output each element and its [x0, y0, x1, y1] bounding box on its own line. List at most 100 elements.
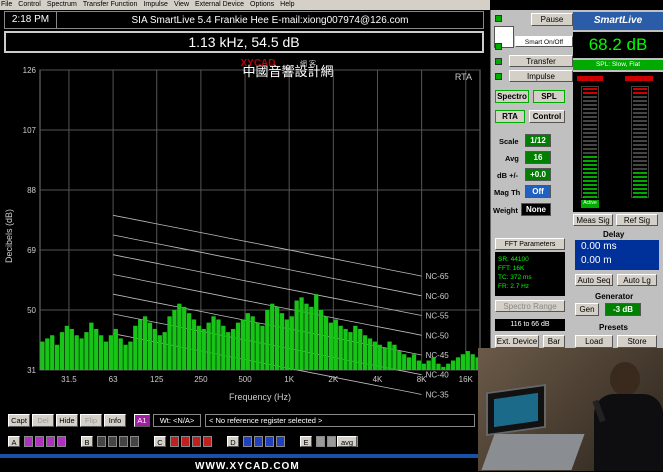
meter-segment — [583, 124, 597, 126]
meter-segment — [633, 168, 647, 170]
rta-chart[interactable]: NC-65 NC-60 NC-55 NC-50 NC-45 NC-40 NC-35 126 1… — [0, 56, 490, 406]
nc-label: NC-65 — [426, 272, 450, 281]
info-button[interactable]: Info — [104, 414, 126, 427]
register-c[interactable]: C — [154, 436, 166, 447]
pause-button[interactable]: Pause — [531, 13, 573, 26]
menu-item-0[interactable]: File — [1, 0, 12, 10]
meter-segment — [583, 156, 597, 158]
register-slot[interactable] — [46, 436, 55, 447]
spectrum-bar — [421, 363, 426, 370]
menu-item-3[interactable]: Transfer Function — [83, 0, 138, 10]
spectrum-bar — [182, 306, 187, 370]
magth-value[interactable]: Off — [525, 185, 551, 198]
register-slot[interactable] — [243, 436, 252, 447]
menu-item-8[interactable]: Help — [280, 0, 294, 10]
register-e[interactable]: E — [300, 436, 312, 447]
meter-segment — [633, 132, 647, 134]
capt-button[interactable]: Capt — [8, 414, 30, 427]
ref-sig-button[interactable]: Ref Sig — [616, 214, 658, 226]
register-b[interactable]: B — [81, 436, 93, 447]
spectrum-bar — [372, 341, 378, 370]
auto-seq-button[interactable]: Auto Seq — [575, 274, 613, 286]
menu-item-1[interactable]: Control — [18, 0, 41, 10]
x-tick-label: 125 — [150, 375, 164, 384]
meter-segment — [583, 188, 597, 190]
x-tick-label: 500 — [238, 375, 252, 384]
spectrum-bar — [446, 363, 451, 370]
register-slot[interactable] — [254, 436, 263, 447]
spl-button[interactable]: SPL — [533, 90, 565, 103]
x-tick-label: 2K — [328, 375, 338, 384]
spectrum-bar — [118, 338, 123, 370]
register-slot[interactable] — [327, 436, 336, 447]
meter-segment — [633, 164, 647, 166]
spectro-button[interactable]: Spectro — [495, 90, 529, 103]
spectro-range-button[interactable]: Spectro Range — [495, 300, 565, 312]
load-button[interactable]: Load — [575, 335, 613, 348]
register-d[interactable]: D — [227, 436, 239, 447]
impulse-button[interactable]: Impulse — [509, 70, 573, 82]
register-slot[interactable] — [316, 436, 325, 447]
register-slot[interactable] — [170, 436, 179, 447]
register-slot[interactable] — [276, 436, 285, 447]
register-slot[interactable] — [181, 436, 190, 447]
fft-fr: FR: 2.7 Hz — [498, 283, 530, 290]
menu-item-6[interactable]: External Device — [195, 0, 244, 10]
menu-item-2[interactable]: Spectrum — [47, 0, 77, 10]
spectrum-bar — [431, 357, 436, 370]
store-button[interactable]: Store — [617, 335, 657, 348]
register-slot[interactable] — [57, 436, 66, 447]
db-label: dB +/- — [497, 171, 519, 180]
register-slot[interactable] — [265, 436, 274, 447]
flip-button[interactable]: Flip — [80, 414, 102, 427]
transfer-button[interactable]: Transfer — [509, 55, 573, 67]
spectrum-bar — [470, 354, 475, 370]
rta-button[interactable]: RTA — [495, 110, 525, 123]
register-slot[interactable] — [192, 436, 201, 447]
spectrum-bar — [265, 310, 270, 370]
register-slot[interactable] — [35, 436, 44, 447]
meter-segment — [583, 132, 597, 134]
del-button[interactable]: Del — [32, 414, 54, 427]
spectrum-bar — [69, 328, 74, 370]
presenter-head — [610, 362, 640, 396]
meter-segment — [633, 192, 647, 194]
bar-button[interactable]: Bar — [543, 335, 565, 348]
auto-lg-button[interactable]: Auto Lg — [617, 274, 657, 286]
register-slot[interactable] — [203, 436, 212, 447]
menu-item-5[interactable]: View — [174, 0, 189, 10]
register-slot[interactable] — [97, 436, 106, 447]
smart-toggle[interactable]: Smart On/Off — [515, 36, 573, 47]
control-button[interactable]: Control — [529, 110, 565, 123]
spectrum-bar — [362, 335, 368, 370]
spectrum-bar — [94, 328, 99, 370]
register-slot[interactable] — [119, 436, 128, 447]
rta-plot[interactable]: NC-65 NC-60 NC-55 NC-50 NC-45 NC-40 NC-35 126 1… — [0, 56, 490, 406]
meter-segment — [583, 88, 597, 90]
spl-mode: SPL: Slow, Flat — [573, 60, 663, 70]
menu-item-4[interactable]: Impulse — [143, 0, 168, 10]
gen-button[interactable]: Gen — [575, 303, 599, 316]
weight-value[interactable]: None — [521, 203, 551, 216]
register-slot[interactable] — [130, 436, 139, 447]
gen-level[interactable]: -3 dB — [605, 303, 641, 316]
meter-segment — [583, 144, 597, 146]
menu-item-7[interactable]: Options — [250, 0, 274, 10]
avg-value[interactable]: 16 — [525, 151, 551, 164]
meter-segment — [633, 112, 647, 114]
register-slot[interactable] — [108, 436, 117, 447]
hide-button[interactable]: Hide — [56, 414, 78, 427]
register-a[interactable]: A — [8, 436, 20, 447]
scale-value[interactable]: 1/12 — [525, 134, 551, 147]
avg-register-button[interactable]: avg — [337, 436, 357, 447]
spectrum-bar — [436, 363, 441, 370]
x-tick-label: 8K — [417, 375, 427, 384]
meter-segment — [633, 96, 647, 98]
spectrum-bar — [84, 332, 89, 370]
cursor-readout: 1.13 kHz, 54.5 dB — [4, 31, 484, 53]
db-value[interactable]: +0.0 — [525, 168, 551, 181]
meas-sig-button[interactable]: Meas Sig — [573, 214, 613, 226]
presets-label: Presets — [599, 323, 628, 332]
register-slot[interactable] — [24, 436, 33, 447]
ext-device-button[interactable]: Ext. Device — [495, 335, 539, 348]
